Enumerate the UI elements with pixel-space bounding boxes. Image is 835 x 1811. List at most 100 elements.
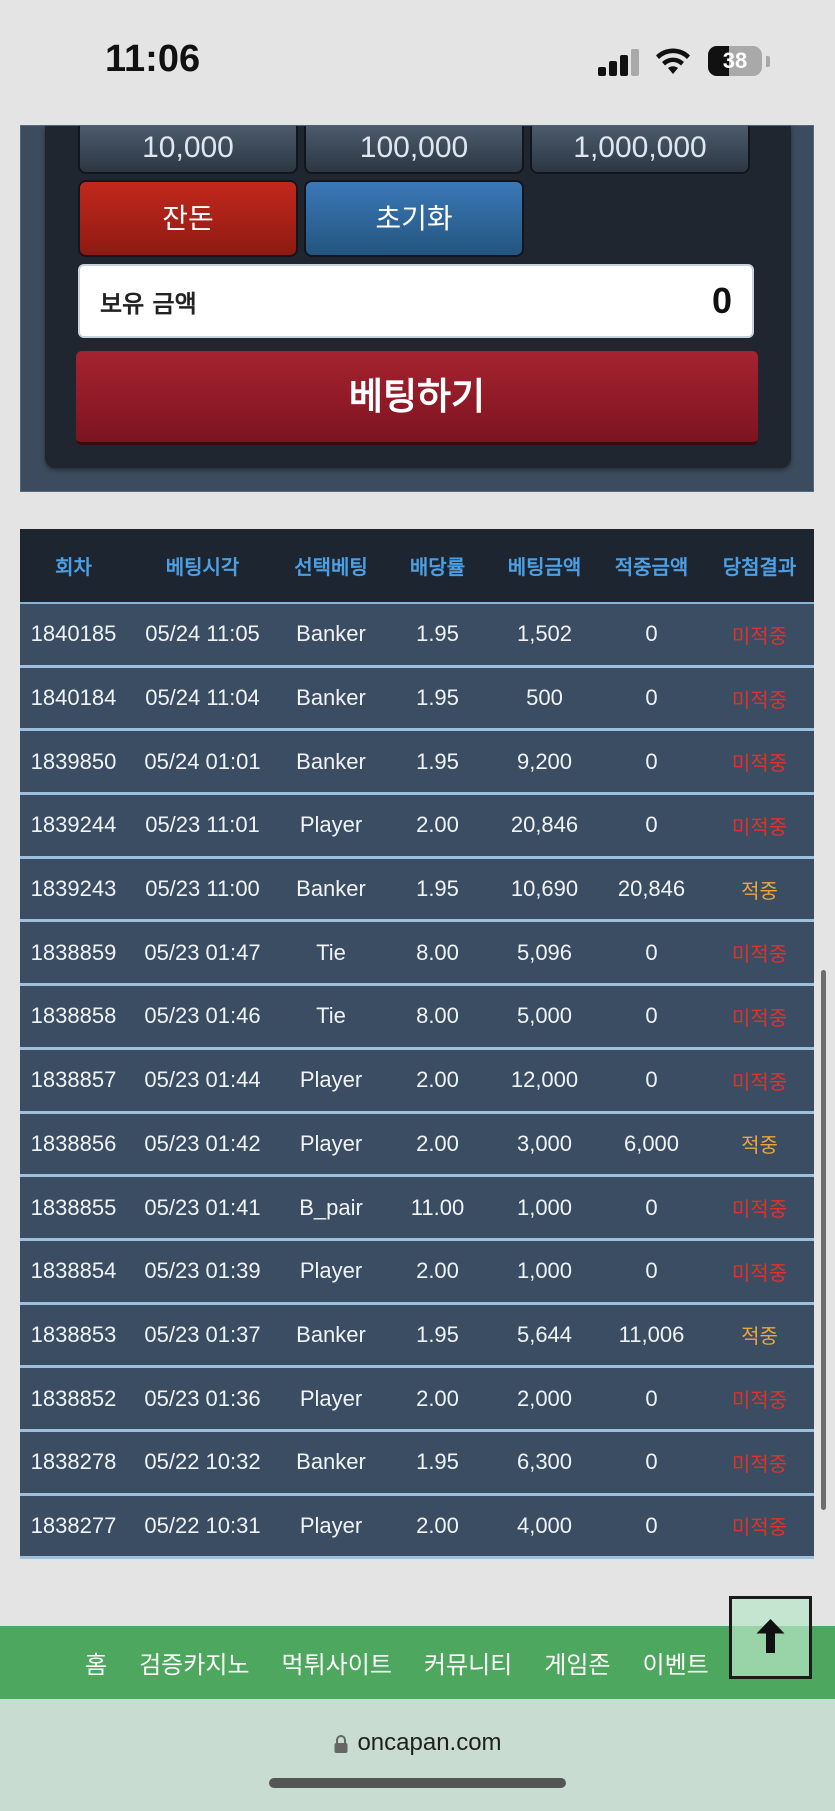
bottom-nav: 홈 검증카지노 먹튀사이트 커뮤니티 게임존 이벤트 — [0, 1626, 835, 1699]
cell-bet-amount: 500 — [526, 685, 563, 711]
betting-panel: 10,000 100,000 1,000,000 잔돈 초기화 보유 금액 0 … — [20, 125, 814, 492]
scroll-top-button[interactable] — [729, 1596, 812, 1679]
cell-odds: 1.95 — [416, 685, 459, 711]
table-body: 1840185 05/24 11:05 Banker 1.95 1,502 0 미적중 184… — [20, 604, 814, 1560]
cell-odds: 11.00 — [410, 1194, 465, 1220]
status-bar: 11:06 38 — [0, 0, 835, 125]
cell-bet-time: 05/23 11:01 — [145, 812, 260, 838]
holding-amount-value: 0 — [711, 280, 732, 321]
cell-bet-time: 05/24 11:04 — [145, 685, 260, 711]
cell-selected-bet: Player — [299, 1512, 363, 1538]
cell-selected-bet: Player — [299, 812, 363, 838]
header-win-amount: 적중금액 — [614, 555, 689, 579]
table-row: 1839244 05/23 11:01 Player 2.00 20,846 0 미적중 — [20, 795, 814, 859]
cell-odds: 2.00 — [416, 1067, 459, 1093]
cellular-signal-icon — [598, 48, 640, 76]
cell-round: 1838858 — [30, 1003, 117, 1029]
status-time: 11:06 — [105, 38, 201, 80]
cell-win-amount: 0 — [645, 748, 658, 774]
change-button[interactable]: 잔돈 — [78, 180, 298, 257]
cell-selected-bet: Player — [299, 1385, 363, 1411]
cell-round: 1838855 — [30, 1194, 117, 1220]
cell-bet-amount: 5,096 — [516, 939, 573, 965]
cell-win-amount: 0 — [645, 939, 658, 965]
amount-1000000-button[interactable]: 1,000,000 — [530, 126, 750, 174]
wifi-icon — [656, 48, 690, 74]
cell-win-amount: 0 — [645, 1449, 658, 1475]
nav-item-events[interactable]: 이벤트 — [642, 1645, 708, 1680]
amount-10000-button[interactable]: 10,000 — [78, 126, 298, 174]
cell-win-amount: 0 — [645, 685, 658, 711]
cell-result: 미적중 — [731, 1260, 788, 1285]
cell-odds: 1.95 — [416, 621, 459, 647]
cell-win-amount: 20,846 — [617, 876, 686, 902]
cell-bet-amount: 1,000 — [516, 1194, 573, 1220]
cell-selected-bet: Player — [299, 1067, 363, 1093]
cell-round: 1840184 — [30, 685, 117, 711]
cell-bet-time: 05/23 01:36 — [144, 1385, 261, 1411]
table-row: 1838855 05/23 01:41 B_pair 11.00 1,000 0 미적중 — [20, 1177, 814, 1241]
url-text: oncapan.com — [357, 1729, 502, 1756]
cell-selected-bet: Banker — [296, 748, 366, 774]
place-bet-button[interactable]: 베팅하기 — [76, 351, 758, 445]
url-display[interactable]: oncapan.com — [0, 1729, 835, 1757]
cell-bet-time: 05/23 01:39 — [144, 1258, 261, 1284]
nav-item-verified-casino[interactable]: 검증카지노 — [139, 1645, 249, 1680]
cell-odds: 1.95 — [416, 1321, 459, 1347]
cell-bet-amount: 6,300 — [516, 1449, 573, 1475]
cell-result: 미적중 — [731, 942, 788, 967]
cell-result: 미적중 — [731, 1388, 788, 1413]
header-round: 회차 — [55, 555, 92, 579]
cell-bet-amount: 10,690 — [510, 876, 579, 902]
home-indicator[interactable] — [269, 1778, 566, 1788]
cell-bet-amount: 5,644 — [516, 1321, 573, 1347]
cell-selected-bet: Banker — [296, 876, 366, 902]
reset-button[interactable]: 초기화 — [304, 180, 524, 257]
table-row: 1838852 05/23 01:36 Player 2.00 2,000 0 미적중 — [20, 1368, 814, 1432]
header-result: 당첨결과 — [722, 555, 797, 579]
cell-result: 적중 — [741, 1133, 778, 1158]
cell-bet-time: 05/23 01:46 — [144, 1003, 261, 1029]
cell-win-amount: 0 — [645, 1512, 658, 1538]
nav-item-home[interactable]: 홈 — [85, 1645, 107, 1680]
cell-odds: 8.00 — [416, 939, 459, 965]
amount-100000-button[interactable]: 100,000 — [304, 126, 524, 174]
cell-bet-amount: 9,200 — [516, 748, 573, 774]
table-row: 1838854 05/23 01:39 Player 2.00 1,000 0 미적중 — [20, 1241, 814, 1305]
table-row: 1840185 05/24 11:05 Banker 1.95 1,502 0 미적중 — [20, 604, 814, 668]
cell-bet-time: 05/24 11:05 — [145, 621, 260, 647]
cell-result: 미적중 — [731, 751, 788, 776]
cell-result: 미적중 — [731, 1515, 788, 1540]
cell-bet-amount: 3,000 — [516, 1130, 573, 1156]
cell-odds: 1.95 — [416, 748, 459, 774]
battery-level: 38 — [722, 48, 748, 73]
cell-odds: 2.00 — [416, 1385, 459, 1411]
header-selected-bet: 선택베팅 — [294, 555, 368, 579]
nav-item-game-zone[interactable]: 게임존 — [544, 1645, 610, 1680]
cell-bet-time: 05/23 01:47 — [144, 939, 261, 965]
page-scrollbar[interactable] — [821, 970, 826, 1510]
lock-icon — [334, 1734, 348, 1753]
cell-odds: 2.00 — [416, 1512, 459, 1538]
cell-bet-time: 05/22 10:32 — [144, 1449, 261, 1475]
nav-item-scam-sites[interactable]: 먹튀사이트 — [282, 1645, 392, 1680]
cell-win-amount: 0 — [645, 1385, 658, 1411]
cell-round: 1839850 — [30, 748, 117, 774]
nav-item-community[interactable]: 커뮤니티 — [424, 1645, 512, 1680]
cell-win-amount: 11,006 — [618, 1321, 685, 1347]
table-header: 회차 베팅시각 선택베팅 배당률 베팅금액 적중금액 당첨결과 — [20, 529, 814, 604]
table-row: 1839850 05/24 01:01 Banker 1.95 9,200 0 미적중 — [20, 731, 814, 796]
cell-result: 적중 — [741, 878, 778, 903]
table-row: 1839243 05/23 11:00 Banker 1.95 10,690 20,846… — [20, 859, 814, 923]
cell-bet-time: 05/22 10:31 — [144, 1512, 261, 1538]
browser-url-bar[interactable]: oncapan.com — [0, 1699, 835, 1811]
cell-round: 1838852 — [30, 1385, 117, 1411]
cell-selected-bet: Banker — [296, 1449, 366, 1475]
table-row: 1838277 05/22 10:31 Player 2.00 4,000 0 미적중 — [20, 1496, 814, 1560]
cell-result: 미적중 — [731, 1069, 788, 1094]
cell-selected-bet: Tie — [316, 1003, 346, 1029]
cell-win-amount: 0 — [645, 621, 658, 647]
cell-result: 미적중 — [731, 1005, 788, 1030]
betting-panel-inner: 10,000 100,000 1,000,000 잔돈 초기화 보유 금액 0 … — [45, 126, 791, 468]
cell-round: 1838277 — [30, 1512, 117, 1538]
